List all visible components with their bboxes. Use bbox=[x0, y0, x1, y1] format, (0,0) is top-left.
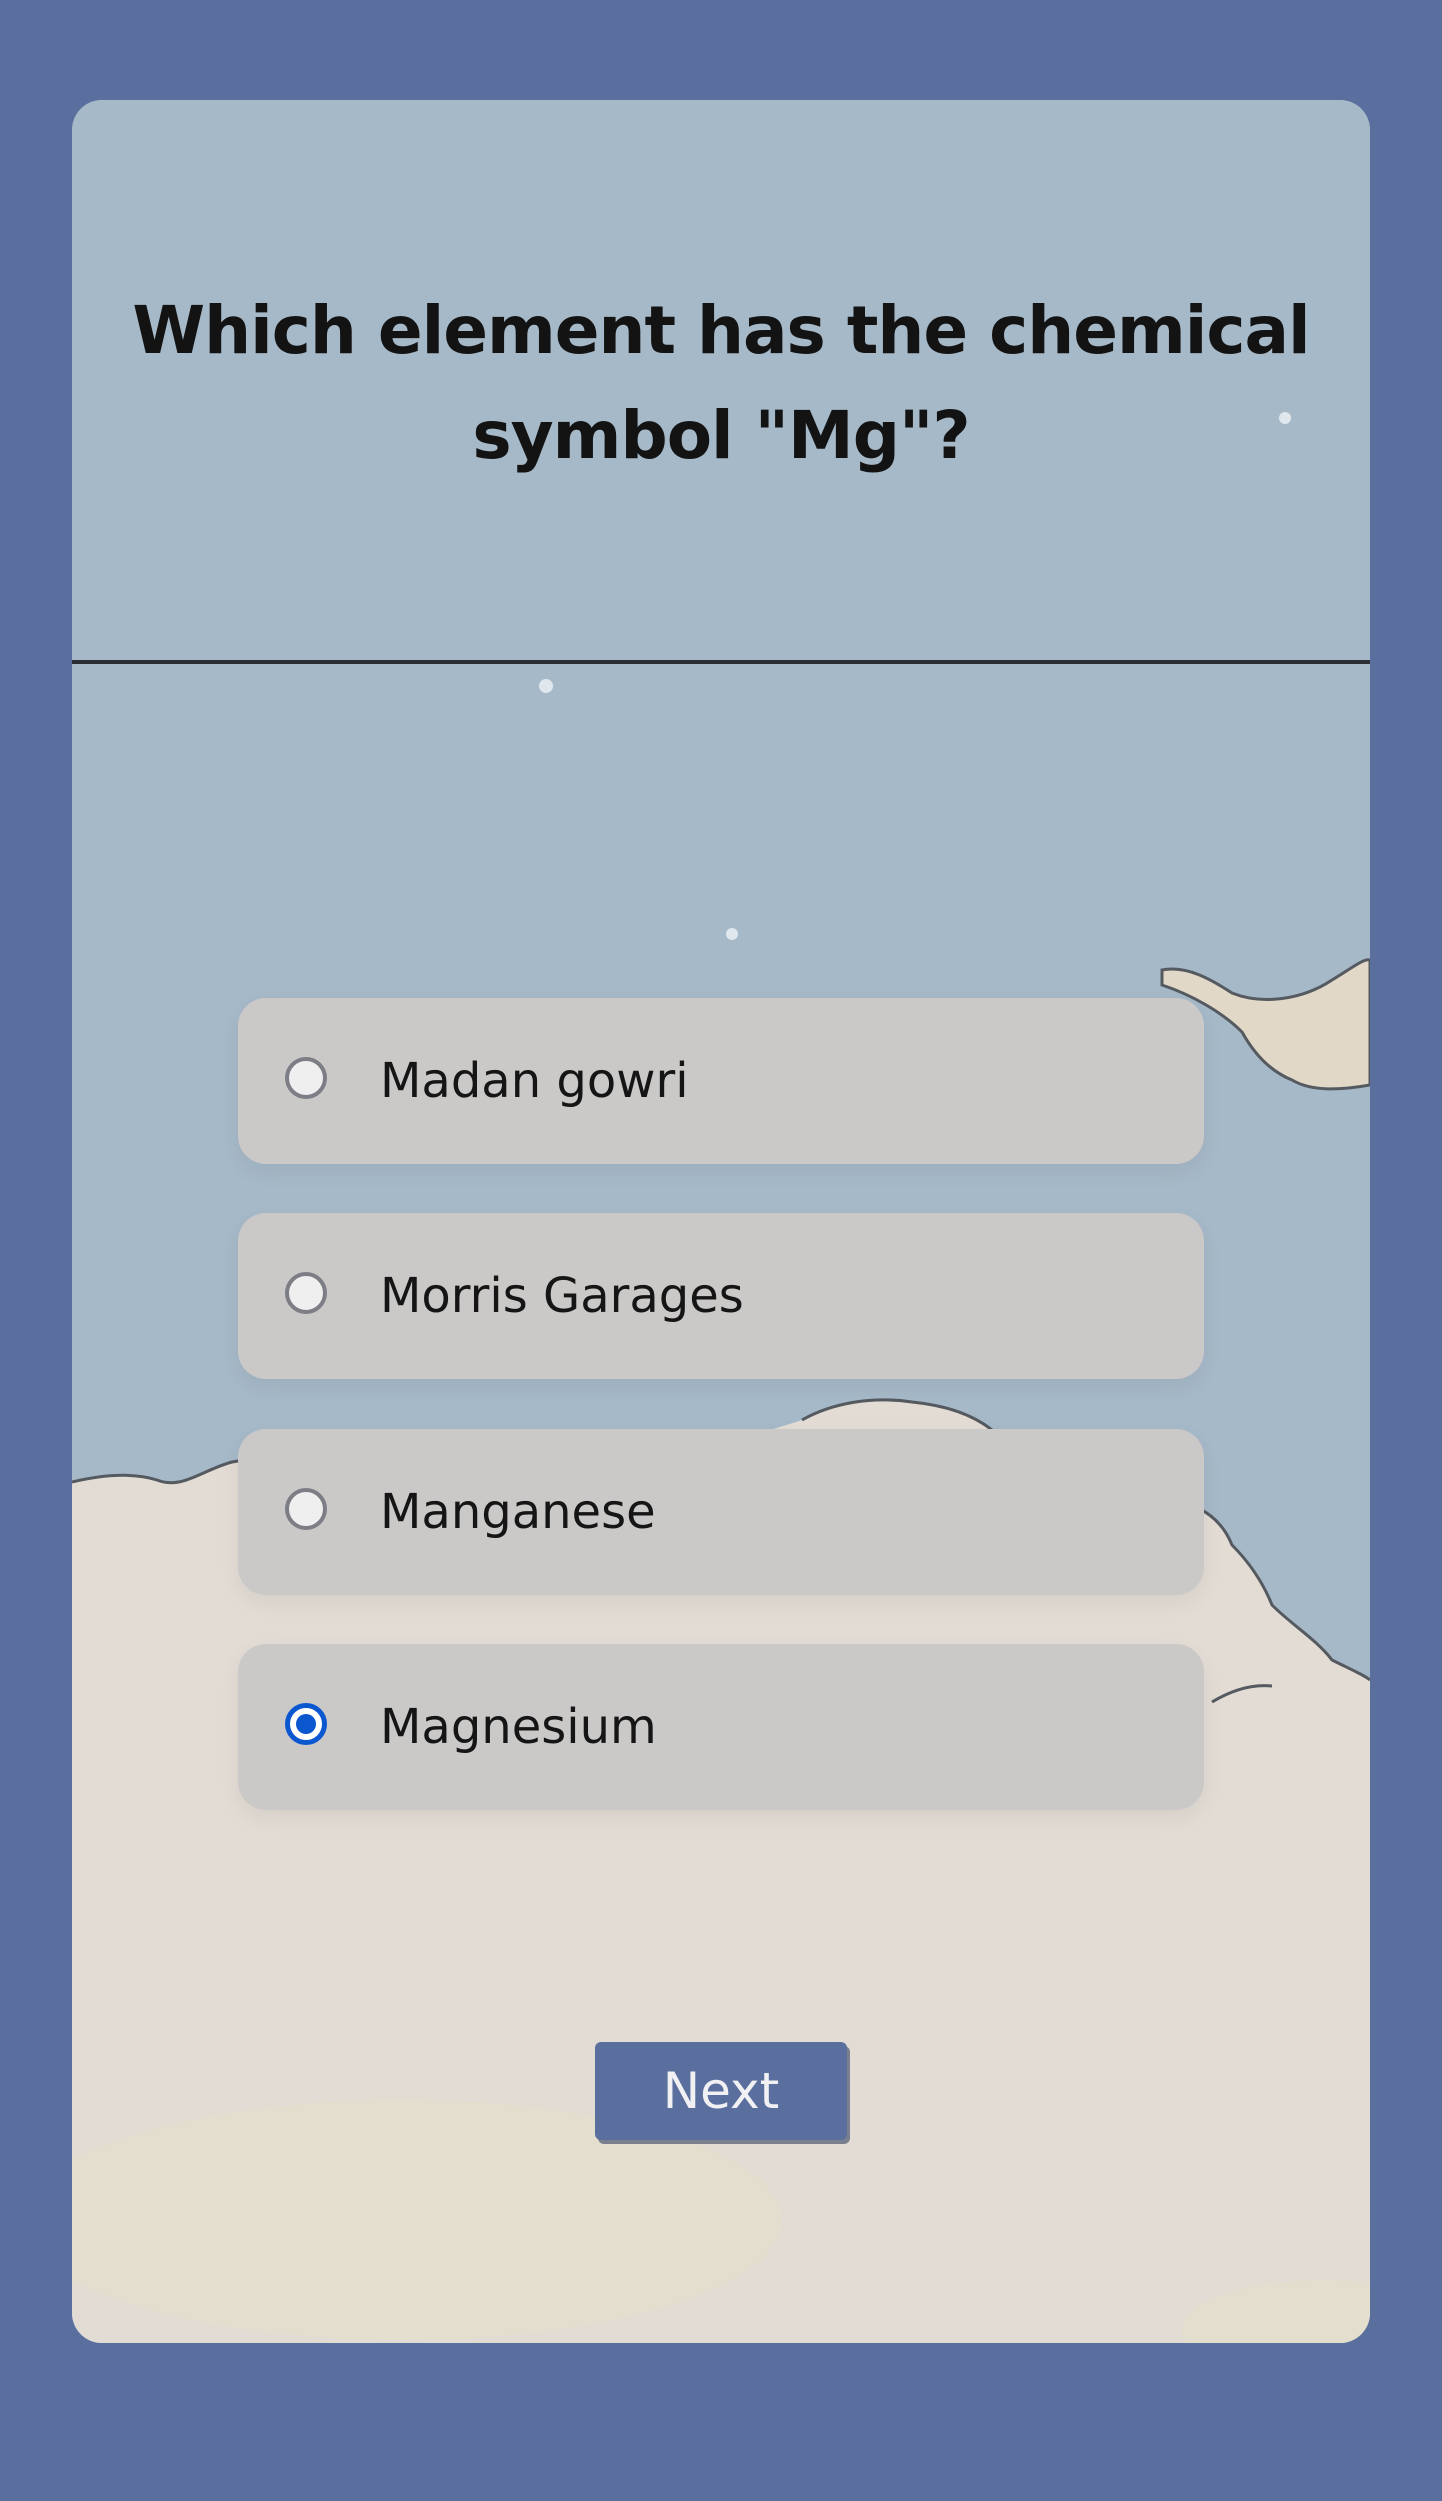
answer-option-madan-gowri[interactable]: Madan gowri bbox=[238, 998, 1204, 1164]
answer-option-morris-garages[interactable]: Morris Garages bbox=[238, 1213, 1204, 1379]
radio-button-icon[interactable] bbox=[285, 1488, 327, 1530]
answer-option-label: Magnesium bbox=[380, 1699, 657, 1755]
answer-option-label: Madan gowri bbox=[380, 1053, 689, 1109]
radio-button-selected-icon[interactable] bbox=[285, 1703, 327, 1745]
question-text: Which element has the chemical symbol "M… bbox=[132, 292, 1310, 474]
radio-button-icon[interactable] bbox=[285, 1272, 327, 1314]
quiz-card: Which element has the chemical symbol "M… bbox=[72, 100, 1370, 2343]
answer-option-manganese[interactable]: Manganese bbox=[238, 1429, 1204, 1595]
next-button[interactable]: Next bbox=[595, 2042, 847, 2140]
answer-option-label: Manganese bbox=[380, 1484, 656, 1540]
question-divider bbox=[72, 660, 1370, 664]
answer-option-magnesium[interactable]: Magnesium bbox=[238, 1644, 1204, 1810]
radio-button-icon[interactable] bbox=[285, 1057, 327, 1099]
question-header: Which element has the chemical symbol "M… bbox=[72, 100, 1370, 662]
answer-option-label: Morris Garages bbox=[380, 1268, 744, 1324]
